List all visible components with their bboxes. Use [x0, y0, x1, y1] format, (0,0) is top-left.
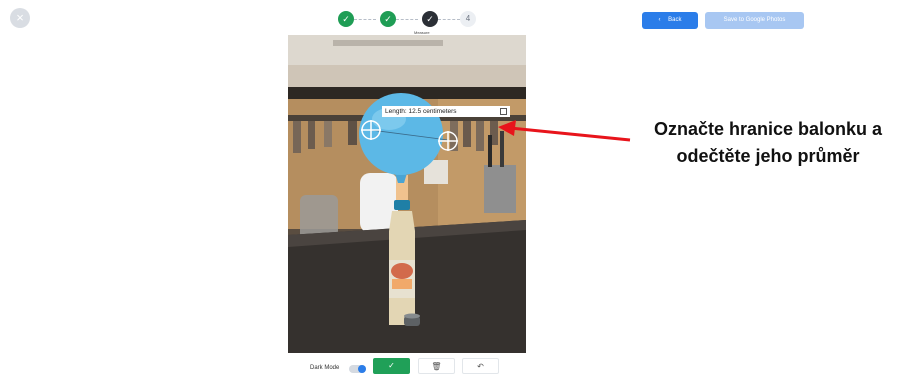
step-connector: [354, 19, 376, 21]
annotation-line-1: Označte hranice balonku a: [653, 119, 883, 139]
save-label: Save to Google Photos: [723, 17, 786, 23]
delete-button[interactable]: 🗑: [418, 358, 455, 374]
step-4: 4: [460, 11, 476, 27]
undo-icon: ↶: [477, 362, 484, 371]
step-1: ✓: [338, 11, 354, 27]
progress-stepper: ✓ ✓ ✓ Measure 4: [336, 9, 476, 35]
step-connector: [438, 19, 460, 21]
crosshair-left-handle[interactable]: [361, 120, 381, 140]
photo-scene: [288, 35, 526, 353]
back-button[interactable]: ‹ Back: [642, 12, 698, 29]
step-2: ✓: [380, 11, 396, 27]
undo-button[interactable]: ↶: [462, 358, 499, 374]
step-connector: [396, 19, 418, 21]
crosshair-right-handle[interactable]: [438, 131, 458, 151]
check-icon: ✓: [342, 14, 350, 24]
close-button[interactable]: ×: [10, 8, 30, 28]
save-to-google-photos-button[interactable]: Save to Google Photos: [705, 12, 804, 29]
confirm-button[interactable]: ✓: [373, 358, 410, 374]
check-icon: ✓: [384, 14, 392, 24]
chevron-left-icon: ‹: [658, 17, 661, 23]
check-icon: ✓: [426, 14, 434, 24]
dark-mode-toggle[interactable]: [349, 365, 366, 373]
step-3: ✓: [422, 11, 438, 27]
check-icon: ✓: [388, 361, 395, 370]
measurement-photo[interactable]: Length: 12.5 centimeters: [288, 35, 526, 353]
annotation-arrow: [498, 120, 631, 142]
annotation-line-2: odečtěte jeho průměr: [676, 146, 860, 166]
trash-icon: 🗑: [431, 362, 442, 371]
close-icon: ×: [16, 10, 24, 25]
step-4-number: 4: [465, 14, 471, 23]
measurement-value: Length: 12.5 centimeters: [385, 108, 457, 115]
back-label: Back: [668, 17, 682, 23]
dark-mode-label: Dark Mode: [310, 365, 340, 371]
annotation-text: Označte hranice balonku a odečtěte jeho …: [622, 116, 914, 170]
